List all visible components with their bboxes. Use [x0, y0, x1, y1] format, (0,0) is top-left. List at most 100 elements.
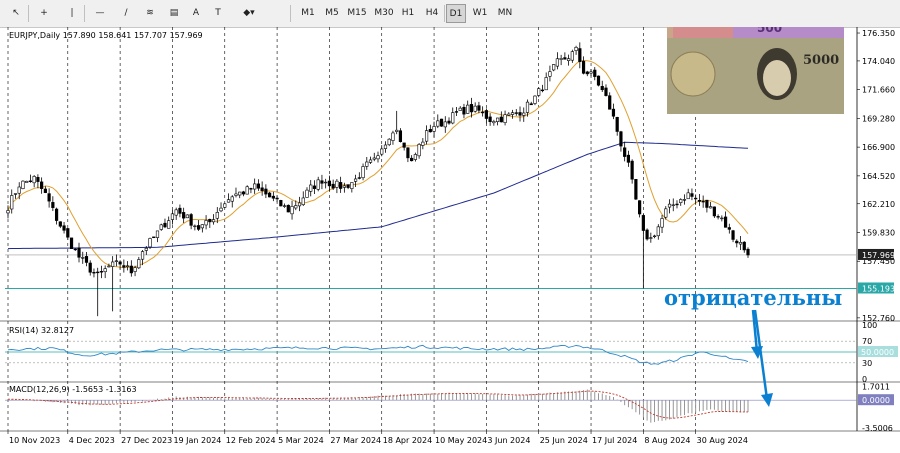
rsi-line [7, 344, 749, 365]
timeframe-d1[interactable]: D1 [446, 4, 466, 23]
candle-body [589, 71, 593, 74]
candle-body [148, 238, 152, 248]
channel-tool-icon[interactable]: ▤ [164, 4, 184, 23]
candle-body [682, 199, 687, 201]
candle-body [514, 112, 518, 114]
candle-body [294, 205, 298, 209]
portrait-face [763, 60, 791, 96]
candle-body [436, 120, 440, 127]
candle-body [249, 188, 253, 190]
text-tool-icon[interactable]: A [186, 4, 206, 23]
annotation-text: отрицательны [664, 285, 842, 310]
candle-body [484, 110, 488, 119]
candle-body [492, 121, 496, 124]
candle-body [720, 217, 724, 220]
candle-body [301, 197, 305, 205]
candle-body [253, 183, 257, 190]
candle-body [570, 51, 574, 61]
candle-body [462, 106, 466, 115]
crosshair-tool-icon[interactable]: + [34, 4, 54, 23]
candle-body [21, 180, 25, 189]
candle-body [709, 206, 713, 209]
price-axis: 176.350 174.040 171.660 169.280 166.900 164.5… [857, 29, 895, 323]
candle-body [36, 177, 40, 182]
timeframe-h1[interactable]: H1 [398, 4, 418, 23]
candle-body [215, 212, 219, 219]
candle-body [727, 227, 731, 230]
candle-body [626, 154, 631, 163]
candle-body [525, 101, 530, 113]
candle-body [327, 180, 332, 187]
candle-body [309, 184, 313, 192]
cursor-tool-icon[interactable]: ↖ [6, 4, 26, 23]
date-tick-label: 3 Jun 2024 [487, 436, 530, 445]
date-tick-label: 10 May 2024 [435, 436, 487, 445]
shapes-menu-icon[interactable]: ◆▾ [236, 4, 262, 23]
candle-body [458, 107, 462, 111]
candle-body [271, 195, 275, 199]
timeframe-w1[interactable]: W1 [470, 4, 490, 23]
candle-body [742, 241, 746, 251]
candle-body [204, 220, 208, 226]
candle-body [114, 260, 118, 262]
candle-body [578, 48, 582, 62]
candle-body [443, 121, 447, 128]
timeframe-mn[interactable]: MN [494, 4, 516, 23]
fibonacci-tool-icon[interactable]: ≋ [140, 4, 160, 23]
candlesticks [6, 42, 750, 317]
banknote-text-euro: EURO [787, 27, 816, 29]
candle-body [705, 199, 709, 208]
candle-body [77, 247, 81, 258]
candle-body [638, 200, 642, 215]
trendline-tool-icon[interactable]: / [116, 4, 136, 23]
candle-body [13, 193, 18, 195]
candle-body [604, 87, 608, 96]
candle-body [129, 265, 133, 274]
candle-body [69, 237, 74, 250]
candle-body [380, 148, 384, 155]
text-label-tool-icon[interactable]: T [208, 4, 228, 23]
candle-body [208, 219, 212, 223]
candle-body [152, 236, 156, 238]
timeframe-h4[interactable]: H4 [422, 4, 442, 23]
candle-body [712, 206, 716, 217]
candle-body [731, 230, 735, 240]
candle-body [619, 131, 623, 147]
date-tick-label: 19 Jan 2024 [173, 436, 221, 445]
candle-body [652, 235, 657, 238]
rsi-scale-label: 100 [862, 321, 877, 330]
timeframe-m5[interactable]: M5 [322, 4, 342, 23]
candle-body [671, 204, 675, 206]
candle-body [559, 58, 563, 60]
candle-body [391, 132, 395, 141]
candle-body [305, 189, 309, 198]
candle-body [25, 180, 29, 183]
candle-body [649, 237, 653, 239]
macd-scale-label: -3.5006 [862, 424, 893, 433]
horizontal-line-tool-icon[interactable]: — [90, 4, 110, 23]
candle-body [690, 193, 694, 197]
candle-body [701, 200, 705, 203]
candle-body [432, 126, 436, 132]
timeframe-m30[interactable]: M30 [372, 4, 396, 23]
candle-body [679, 199, 683, 203]
candle-body [238, 191, 242, 196]
candle-body [466, 104, 470, 114]
candle-body [428, 128, 432, 133]
candle-body [738, 242, 743, 245]
candle-body [107, 265, 111, 268]
macd-zero-label: 0.0000 [862, 396, 890, 405]
candle-body [495, 117, 500, 122]
rsi-label: RSI(14) 32.8127 [9, 326, 74, 335]
candle-body [230, 196, 234, 202]
timeframe-m15[interactable]: M15 [346, 4, 368, 23]
candle-body [499, 116, 503, 123]
symbol-header: EURJPY,Daily 157.890 158.641 157.707 157… [9, 31, 203, 40]
price-tick-label: 166.900 [862, 143, 895, 152]
candle-body [241, 191, 246, 195]
candle-body [376, 155, 380, 160]
candle-body [144, 247, 148, 251]
timeframe-m1[interactable]: M1 [298, 4, 318, 23]
candle-body [137, 259, 141, 269]
vertical-line-tool-icon[interactable]: | [62, 4, 82, 23]
